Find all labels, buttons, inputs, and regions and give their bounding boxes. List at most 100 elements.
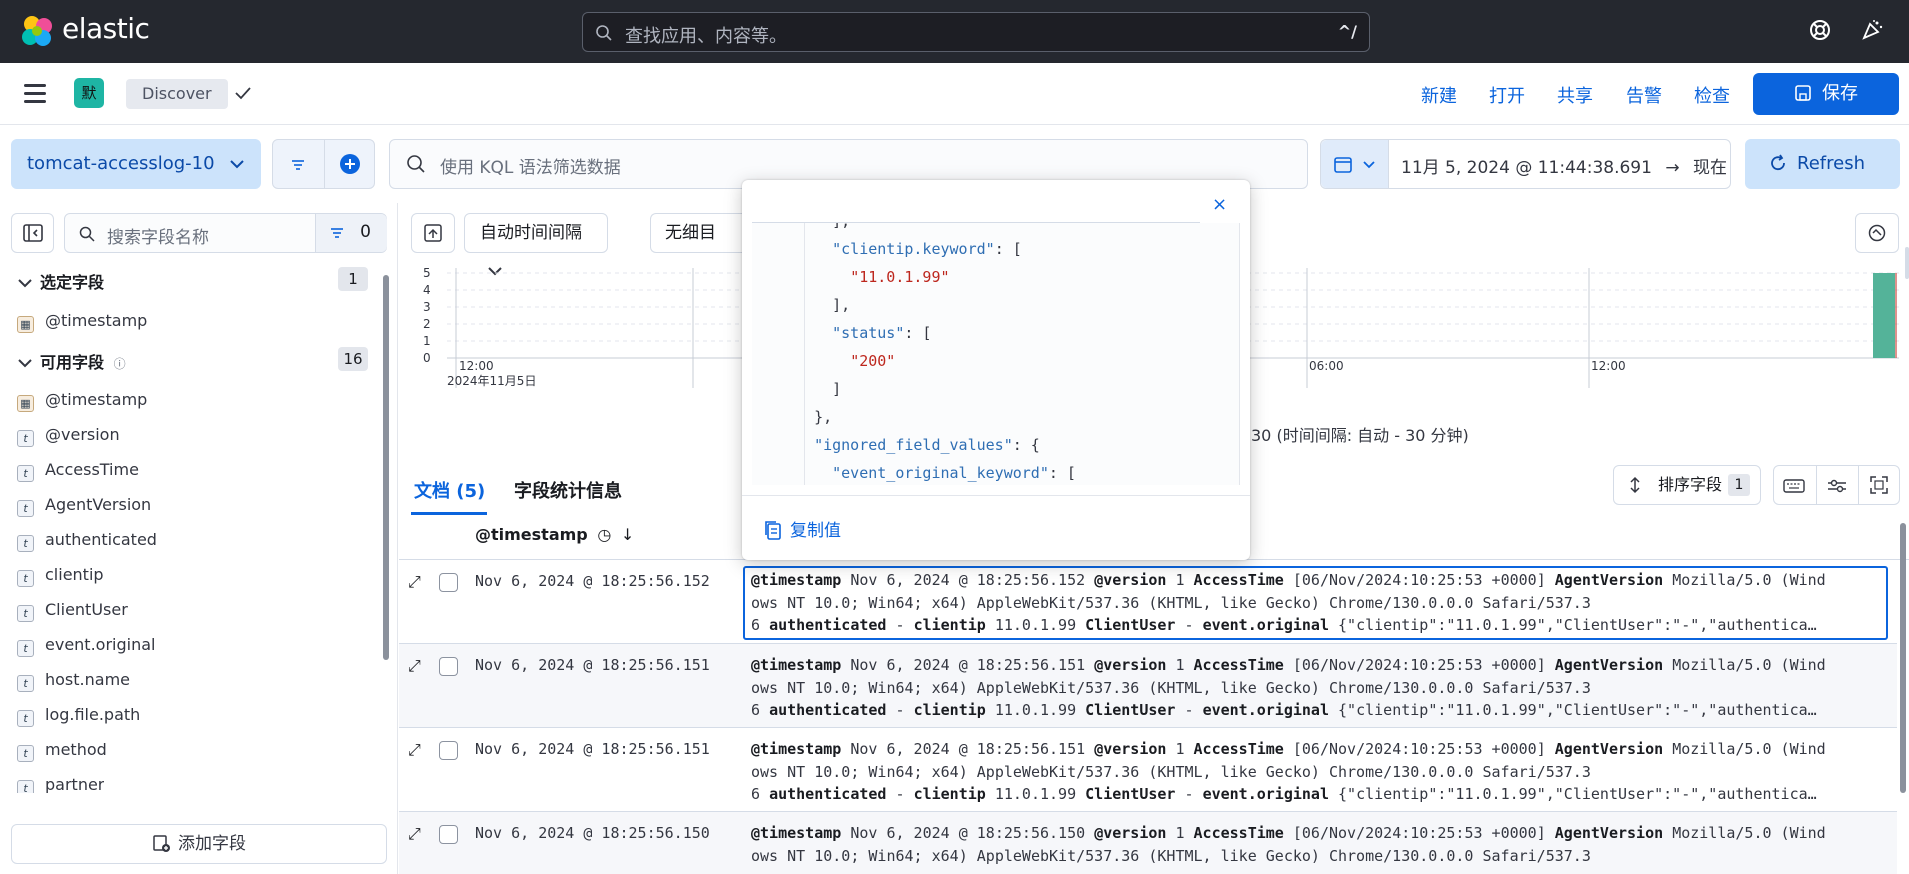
- field-name: AgentVersion: [45, 495, 152, 514]
- field-item-log-file-path[interactable]: t log.file.path: [17, 705, 140, 727]
- display-settings-icon[interactable]: [1827, 478, 1847, 494]
- add-filter-icon[interactable]: [339, 153, 361, 175]
- tab-field-stats[interactable]: 字段统计信息: [514, 477, 622, 503]
- sort-fields-button[interactable]: 排序字段 1: [1613, 465, 1761, 505]
- field-item-clientip[interactable]: t clientip: [17, 565, 104, 587]
- field-filter-button[interactable]: 0: [315, 214, 387, 252]
- json-line: "status": [: [796, 319, 1076, 347]
- copy-value-label: 复制值: [790, 521, 841, 541]
- field-name: @timestamp: [45, 311, 148, 330]
- filter-icon: [331, 228, 343, 238]
- table-row[interactable]: ⤢ Nov 6, 2024 @ 18:25:56.151 @timestamp …: [399, 728, 1897, 812]
- date-end: 现在: [1693, 158, 1727, 178]
- elastic-logo-icon[interactable]: [20, 14, 54, 48]
- expand-icon[interactable]: ⤢: [408, 656, 421, 676]
- expand-icon[interactable]: ⤢: [408, 740, 421, 760]
- field-item-authenticated[interactable]: t authenticated: [17, 530, 157, 552]
- json-line: "200": [796, 347, 1076, 375]
- row-checkbox[interactable]: [439, 825, 458, 844]
- json-key: "clientip.keyword": [832, 240, 995, 258]
- row-checkbox[interactable]: [439, 657, 458, 676]
- sort-down-icon[interactable]: ↓: [621, 525, 634, 544]
- toggle-chart-button[interactable]: [411, 213, 455, 253]
- timestamp-column-header[interactable]: @timestamp ◷ ↓: [475, 525, 634, 544]
- selected-field-timestamp[interactable]: ▦ @timestamp: [17, 311, 147, 333]
- json-line: "event_original_keyword": [: [796, 459, 1076, 485]
- popover-footer: 复制值: [742, 495, 1250, 560]
- row-checkbox[interactable]: [439, 573, 458, 592]
- save-button[interactable]: 保存: [1753, 73, 1899, 115]
- share-link[interactable]: 共享: [1557, 82, 1593, 108]
- brand-name[interactable]: elastic: [62, 12, 150, 45]
- field-item-clientuser[interactable]: t ClientUser: [17, 600, 128, 622]
- row-checkbox[interactable]: [439, 741, 458, 760]
- row-source[interactable]: @timestamp Nov 6, 2024 @ 18:25:56.151 @v…: [743, 652, 1888, 722]
- data-view-picker[interactable]: tomcat-accesslog-10: [11, 139, 261, 189]
- open-link[interactable]: 打开: [1489, 82, 1525, 108]
- filter-icon[interactable]: [291, 159, 305, 171]
- breadcrumb[interactable]: Discover: [126, 79, 228, 109]
- field-item-host-name[interactable]: t host.name: [17, 670, 130, 692]
- chart-options-button[interactable]: [1855, 213, 1899, 253]
- field-item-method[interactable]: t method: [17, 740, 107, 762]
- breakdown-select[interactable]: 无细目: [650, 213, 750, 253]
- clock-icon: ◷: [597, 525, 612, 544]
- search-placeholder: 查找应用、内容等。: [625, 26, 787, 47]
- fullscreen-icon[interactable]: [1870, 476, 1888, 494]
- histogram-bar: [1873, 273, 1895, 358]
- space-avatar[interactable]: 默: [74, 78, 104, 108]
- menu-toggle-icon[interactable]: [24, 84, 46, 103]
- refresh-icon: [1771, 154, 1785, 171]
- new-link[interactable]: 新建: [1421, 82, 1457, 108]
- sort-icon: [1630, 476, 1640, 494]
- field-item-timestamp[interactable]: ▦ @timestamp: [17, 390, 147, 412]
- json-punct: : [: [994, 240, 1022, 258]
- quick-select-button[interactable]: [1321, 140, 1389, 188]
- add-field-button[interactable]: 添加字段: [11, 824, 387, 864]
- collapse-sidebar-button[interactable]: [11, 213, 54, 253]
- keyboard-icon[interactable]: [1783, 478, 1805, 494]
- row-source[interactable]: @timestamp Nov 6, 2024 @ 18:25:56.150 @v…: [743, 820, 1888, 874]
- inspect-link[interactable]: 检查: [1694, 82, 1730, 108]
- table-scrollbar[interactable]: [1900, 523, 1906, 793]
- table-row[interactable]: ⤢ Nov 6, 2024 @ 18:25:56.150 @timestamp …: [399, 812, 1897, 874]
- row-source[interactable]: @timestamp Nov 6, 2024 @ 18:25:56.152 @v…: [743, 566, 1888, 640]
- available-fields-toggle[interactable]: 可用字段 ⓘ: [18, 349, 126, 373]
- global-search-input[interactable]: 查找应用、内容等。 ^/: [582, 12, 1370, 52]
- date-picker[interactable]: 11月 5, 2024 @ 11:44:38.691 → 现在: [1320, 139, 1731, 189]
- field-item-agentversion[interactable]: t AgentVersion: [17, 495, 151, 517]
- field-item-accesstime[interactable]: t AccessTime: [17, 460, 139, 482]
- kql-placeholder: 使用 KQL 语法筛选数据: [440, 158, 621, 178]
- chevron-down-icon: [230, 160, 245, 169]
- json-code-block[interactable]: ], "clientip.keyword": [ "11.0.1.99" ], …: [752, 223, 1240, 485]
- table-row[interactable]: ⤢ Nov 6, 2024 @ 18:25:56.151 @timestamp …: [399, 644, 1897, 728]
- expand-icon[interactable]: ⤢: [408, 572, 421, 592]
- row-source[interactable]: @timestamp Nov 6, 2024 @ 18:25:56.151 @v…: [743, 736, 1888, 806]
- date-range-text[interactable]: 11月 5, 2024 @ 11:44:38.691 → 现在: [1401, 153, 1727, 178]
- news-feed-icon[interactable]: [1860, 18, 1884, 42]
- x-tick: 12:00: [1591, 359, 1626, 373]
- alerts-link[interactable]: 告警: [1626, 82, 1662, 108]
- json-punct: ]: [832, 380, 842, 398]
- tab-documents[interactable]: 文档 (5): [414, 477, 485, 503]
- field-search-input[interactable]: 搜索字段名称 0: [64, 213, 387, 253]
- timestamp-header-label: @timestamp: [475, 525, 588, 544]
- expand-icon[interactable]: ⤢: [408, 824, 421, 844]
- json-key: "ignored_field_values": [814, 436, 1013, 454]
- field-name: method: [45, 740, 107, 759]
- field-item-partner[interactable]: t partner: [17, 775, 104, 793]
- refresh-button[interactable]: Refresh: [1745, 139, 1900, 189]
- help-icon[interactable]: [1808, 18, 1832, 42]
- save-label: 保存: [1822, 83, 1858, 104]
- field-name: AccessTime: [45, 460, 139, 479]
- copy-value-button[interactable]: 复制值: [764, 516, 841, 541]
- interval-select[interactable]: 自动时间间隔: [464, 213, 608, 276]
- table-row[interactable]: ⤢ Nov 6, 2024 @ 18:25:56.152 @timestamp …: [399, 560, 1897, 644]
- text-type-icon: t: [17, 710, 34, 727]
- close-icon[interactable]: ×: [1212, 194, 1227, 215]
- sidebar-scrollbar[interactable]: [383, 275, 389, 660]
- question-icon[interactable]: ⓘ: [114, 357, 126, 371]
- selected-fields-toggle[interactable]: 选定字段: [18, 269, 104, 293]
- field-item-version[interactable]: t @version: [17, 425, 120, 447]
- field-item-event-original[interactable]: t event.original: [17, 635, 155, 657]
